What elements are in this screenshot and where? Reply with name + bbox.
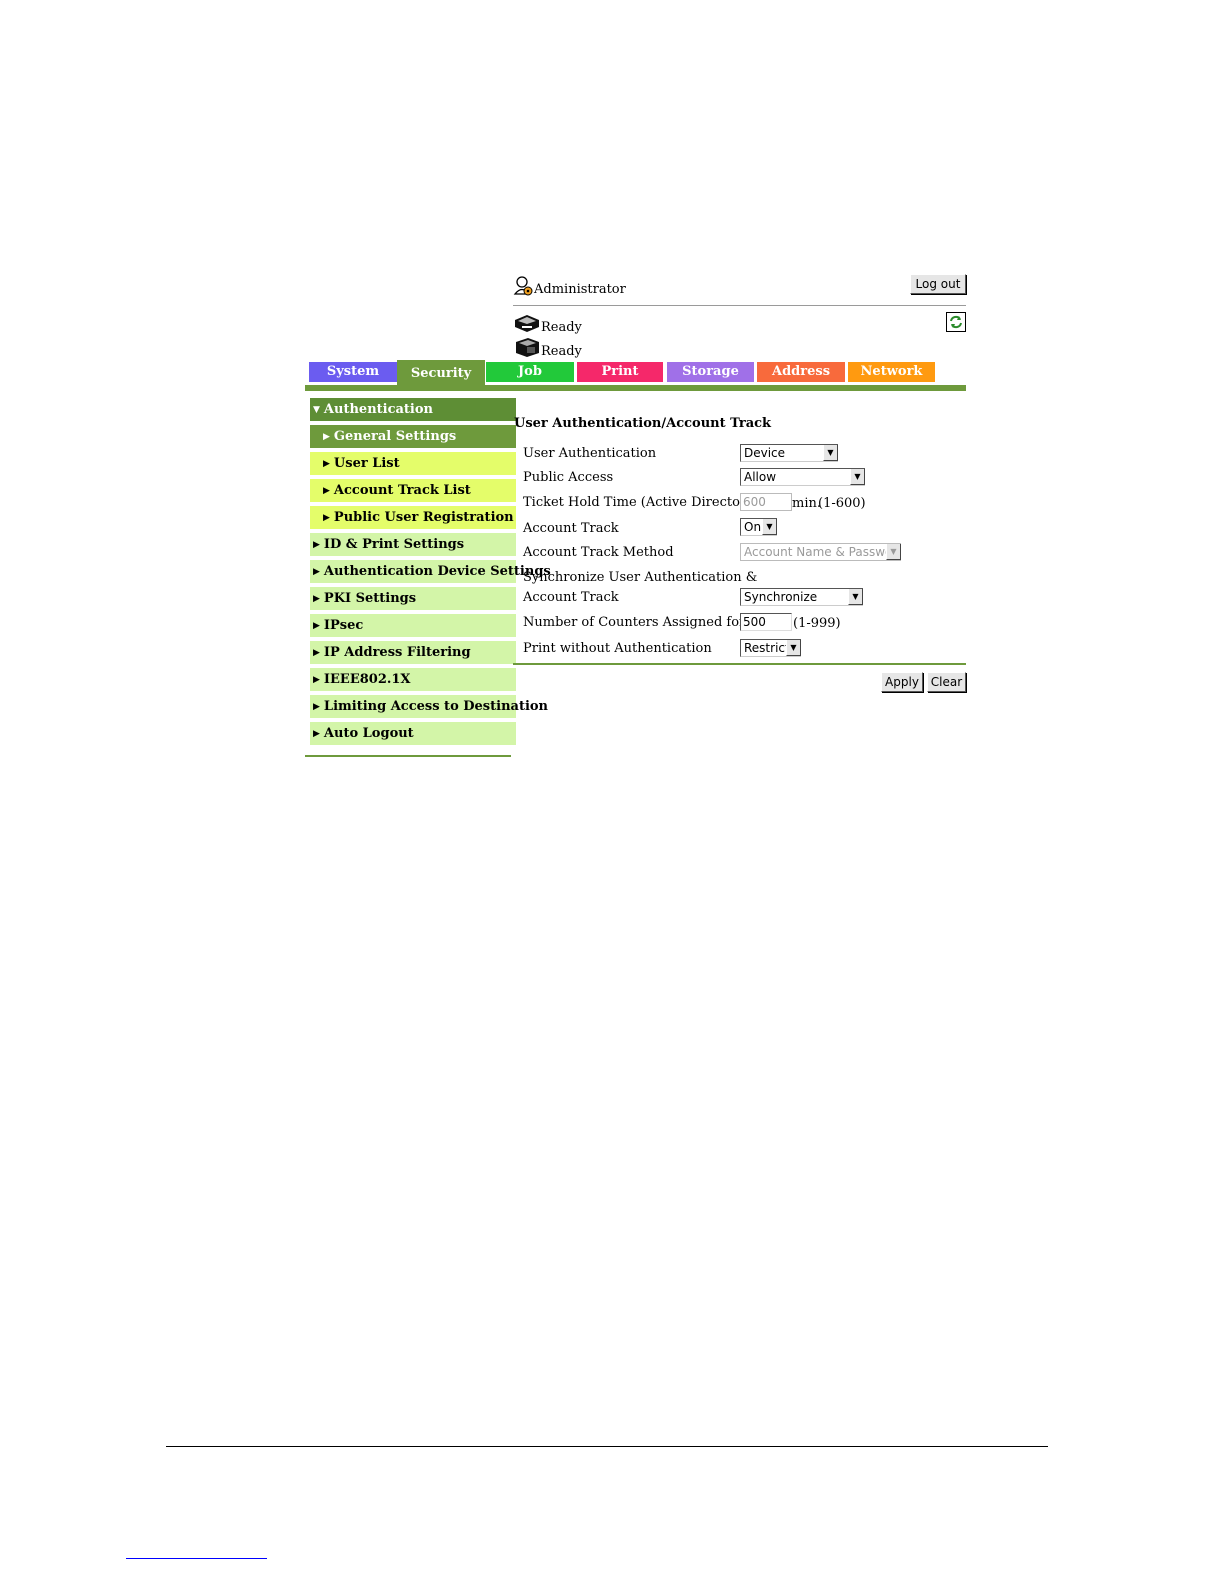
- printer-status-text: Ready: [541, 320, 582, 335]
- tab-network[interactable]: Network: [848, 362, 935, 382]
- sidebar-item-id-print-settings[interactable]: ▶ ID & Print Settings: [310, 533, 516, 556]
- triangle-right-icon: ▶: [313, 648, 320, 658]
- sidebar-item-label: Account Track List: [333, 483, 471, 498]
- sync-label-line1: Synchronize User Authentication &: [523, 570, 758, 585]
- user-header: Administrator Log out: [513, 273, 966, 306]
- tab-storage[interactable]: Storage: [667, 362, 754, 382]
- chevron-down-icon: ▼: [823, 445, 838, 461]
- sync-label-line2: Account Track: [523, 590, 619, 605]
- tab-system[interactable]: System: [309, 362, 397, 382]
- public-access-value: Allow: [744, 470, 777, 484]
- refresh-icon[interactable]: [946, 312, 966, 332]
- main-tabs: System Security Job Print Storage Addres…: [305, 360, 966, 388]
- footer-rule: [166, 1446, 1048, 1447]
- triangle-right-icon: ▶: [323, 459, 330, 469]
- account-track-select[interactable]: On ▼: [740, 518, 777, 536]
- sidebar-item-label: IEEE802.1X: [323, 672, 411, 687]
- counters-input[interactable]: [740, 613, 792, 631]
- user-auth-label: User Authentication: [523, 446, 657, 461]
- sidebar-item-account-track-list[interactable]: ▶ Account Track List: [310, 479, 516, 502]
- sidebar-item-label: Auto Logout: [323, 726, 414, 741]
- ticket-hold-input[interactable]: [740, 493, 792, 511]
- triangle-right-icon: ▶: [313, 729, 320, 739]
- sidebar-item-authentication-device-settings[interactable]: ▶ Authentication Device Settings: [310, 560, 551, 583]
- ticket-hold-unit: min.: [792, 496, 821, 511]
- sidebar-item-general-settings[interactable]: ▶ General Settings: [310, 425, 516, 448]
- chevron-down-icon: ▼: [762, 519, 777, 535]
- sidebar-item-pki-settings[interactable]: ▶ PKI Settings: [310, 587, 516, 610]
- sync-select[interactable]: Synchronize ▼: [740, 588, 863, 606]
- scanner-status-text: Ready: [541, 344, 582, 359]
- printer-status: Ready: [513, 312, 633, 336]
- sidebar-item-label: User List: [333, 456, 400, 471]
- chevron-down-icon: ▼: [786, 640, 801, 656]
- sync-value: Synchronize: [744, 590, 818, 604]
- sidebar-item-auto-logout[interactable]: ▶ Auto Logout: [310, 722, 516, 745]
- account-track-method-label: Account Track Method: [523, 545, 674, 560]
- triangle-right-icon: ▶: [313, 567, 320, 577]
- triangle-right-icon: ▶: [323, 513, 330, 523]
- triangle-down-icon: ▼: [313, 405, 320, 415]
- user-auth-value: Device: [744, 446, 786, 460]
- tab-print[interactable]: Print: [577, 362, 663, 382]
- scanner-icon: [516, 338, 539, 357]
- triangle-right-icon: ▶: [313, 621, 320, 631]
- tab-security[interactable]: Security: [397, 360, 485, 388]
- form-divider: [513, 663, 966, 665]
- sidebar-item-label: Limiting Access to Destination: [323, 699, 549, 714]
- sidebar-item-label: Authentication Device Settings: [323, 564, 551, 579]
- chevron-down-icon: ▼: [850, 469, 865, 485]
- print-without-auth-value: Restrict: [744, 641, 790, 655]
- counters-range: (1-999): [793, 616, 841, 631]
- chevron-down-icon: ▼: [848, 589, 863, 605]
- footer-link-underline: [126, 1558, 267, 1559]
- ticket-hold-range: (1-600): [818, 496, 866, 511]
- user-auth-select[interactable]: Device ▼: [740, 444, 838, 462]
- sidebar-item-label: Authentication: [323, 402, 433, 417]
- sidebar-item-label: Public User Registration: [333, 510, 514, 525]
- user-name: Administrator: [534, 282, 626, 297]
- sidebar-item-ieee8021x[interactable]: ▶ IEEE802.1X: [310, 668, 516, 691]
- print-without-auth-select[interactable]: Restrict ▼: [740, 639, 801, 657]
- tab-job[interactable]: Job: [486, 362, 574, 382]
- sidebar-divider: [305, 755, 511, 757]
- public-access-select[interactable]: Allow ▼: [740, 468, 865, 486]
- sidebar-item-ip-address-filtering[interactable]: ▶ IP Address Filtering: [310, 641, 516, 664]
- administrator-icon: [513, 276, 533, 296]
- sidebar-item-public-user-registration[interactable]: ▶ Public User Registration: [310, 506, 516, 529]
- apply-button[interactable]: Apply: [881, 672, 923, 692]
- account-track-method-select[interactable]: Account Name & Password ▼: [740, 543, 901, 561]
- triangle-right-icon: ▶: [323, 486, 330, 496]
- sidebar-item-user-list[interactable]: ▶ User List: [310, 452, 516, 475]
- tab-underline: [305, 385, 966, 391]
- sidebar-item-label: IPsec: [323, 618, 364, 633]
- public-access-label: Public Access: [523, 470, 614, 485]
- triangle-right-icon: ▶: [323, 432, 330, 442]
- sidebar-item-label: PKI Settings: [323, 591, 417, 606]
- account-track-value: On: [744, 520, 762, 534]
- sidebar-item-label: IP Address Filtering: [323, 645, 471, 660]
- triangle-right-icon: ▶: [313, 675, 320, 685]
- clear-button[interactable]: Clear: [927, 672, 966, 692]
- sidebar-item-limiting-access[interactable]: ▶ Limiting Access to Destination: [310, 695, 548, 718]
- sidebar-item-ipsec[interactable]: ▶ IPsec: [310, 614, 516, 637]
- sidebar-item-authentication[interactable]: ▼ Authentication: [310, 398, 516, 421]
- print-without-auth-label: Print without Authentication: [523, 641, 712, 656]
- tab-address[interactable]: Address: [757, 362, 845, 382]
- page-title: User Authentication/Account Track: [514, 416, 772, 431]
- sidebar-item-label: General Settings: [333, 429, 457, 444]
- scanner-status: Ready: [513, 336, 633, 360]
- account-track-method-value: Account Name & Password: [744, 545, 901, 559]
- logout-button[interactable]: Log out: [910, 274, 966, 294]
- triangle-right-icon: ▶: [313, 594, 320, 604]
- chevron-down-icon: ▼: [886, 544, 901, 560]
- printer-icon: [515, 315, 539, 332]
- sidebar-item-label: ID & Print Settings: [323, 537, 465, 552]
- triangle-right-icon: ▶: [313, 702, 320, 712]
- triangle-right-icon: ▶: [313, 540, 320, 550]
- account-track-label: Account Track: [523, 521, 619, 536]
- ticket-hold-label: Ticket Hold Time (Active Directory): [523, 495, 759, 510]
